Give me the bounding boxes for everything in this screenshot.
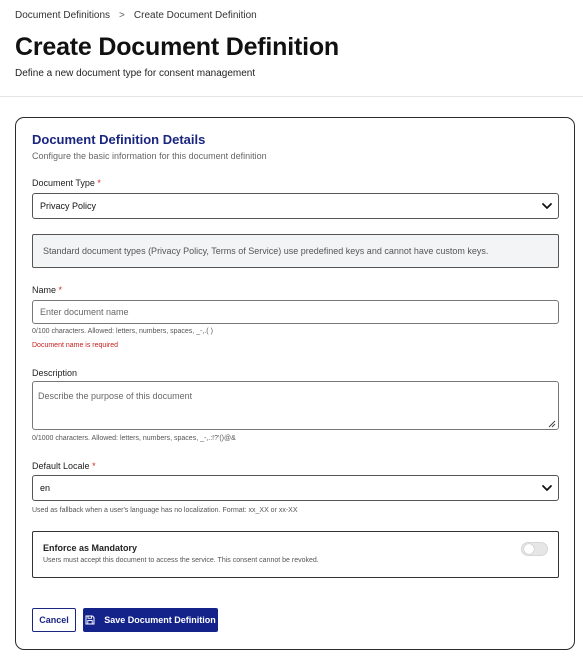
mandatory-toggle[interactable] bbox=[521, 542, 548, 556]
save-icon bbox=[85, 615, 95, 625]
toggle-knob bbox=[524, 544, 534, 554]
description-textarea[interactable] bbox=[32, 381, 559, 430]
description-helper-text: 0/1000 characters. Allowed: letters, num… bbox=[32, 435, 236, 442]
name-input[interactable] bbox=[32, 300, 559, 324]
mandatory-description: Users must accept this document to acces… bbox=[43, 557, 319, 564]
default-locale-helper-text: Used as fallback when a user's language … bbox=[32, 507, 298, 514]
default-locale-label-text: Default Locale bbox=[32, 461, 90, 471]
default-locale-selected-value: en bbox=[40, 483, 51, 493]
document-type-label-text: Document Type bbox=[32, 178, 95, 188]
header-divider bbox=[0, 96, 583, 97]
name-error-text: Document name is required bbox=[32, 342, 118, 349]
name-label: Name * bbox=[32, 285, 62, 295]
mandatory-setting: Enforce as Mandatory Users must accept t… bbox=[32, 531, 559, 578]
name-helper-text: 0/100 characters. Allowed: letters, numb… bbox=[32, 328, 213, 335]
chevron-down-icon bbox=[542, 485, 552, 491]
chevron-down-icon bbox=[542, 203, 552, 209]
card-title: Document Definition Details bbox=[32, 132, 206, 147]
card-description: Configure the basic information for this… bbox=[32, 151, 267, 161]
document-type-selected-value: Privacy Policy bbox=[40, 201, 97, 211]
required-marker: * bbox=[92, 461, 96, 471]
document-type-select[interactable]: Privacy Policy bbox=[32, 193, 559, 219]
save-button-label: Save Document Definition bbox=[104, 615, 216, 625]
document-type-label: Document Type * bbox=[32, 178, 101, 188]
document-definition-card: Document Definition Details Configure th… bbox=[15, 117, 575, 650]
cancel-button[interactable]: Cancel bbox=[32, 608, 76, 632]
page-title: Create Document Definition bbox=[15, 33, 339, 61]
required-marker: * bbox=[58, 285, 63, 295]
breadcrumb-current: Create Document Definition bbox=[133, 10, 257, 21]
page-subtitle: Define a new document type for consent m… bbox=[15, 68, 256, 79]
breadcrumb-link-document-definitions[interactable]: Document Definitions bbox=[15, 10, 110, 21]
breadcrumb: Document Definitions > Create Document D… bbox=[15, 10, 257, 21]
required-marker: * bbox=[97, 178, 101, 188]
mandatory-title: Enforce as Mandatory bbox=[43, 543, 138, 553]
name-label-text: Name bbox=[32, 285, 57, 295]
default-locale-label: Default Locale * bbox=[32, 461, 96, 471]
description-label: Description bbox=[32, 368, 78, 378]
document-type-info: Standard document types (Privacy Policy,… bbox=[32, 234, 559, 268]
default-locale-select[interactable]: en bbox=[32, 475, 559, 501]
document-type-info-text: Standard document types (Privacy Policy,… bbox=[43, 246, 489, 256]
save-document-definition-button[interactable]: Save Document Definition bbox=[83, 608, 218, 632]
chevron-right-icon: > bbox=[119, 10, 125, 21]
resize-handle-icon[interactable] bbox=[548, 420, 556, 428]
